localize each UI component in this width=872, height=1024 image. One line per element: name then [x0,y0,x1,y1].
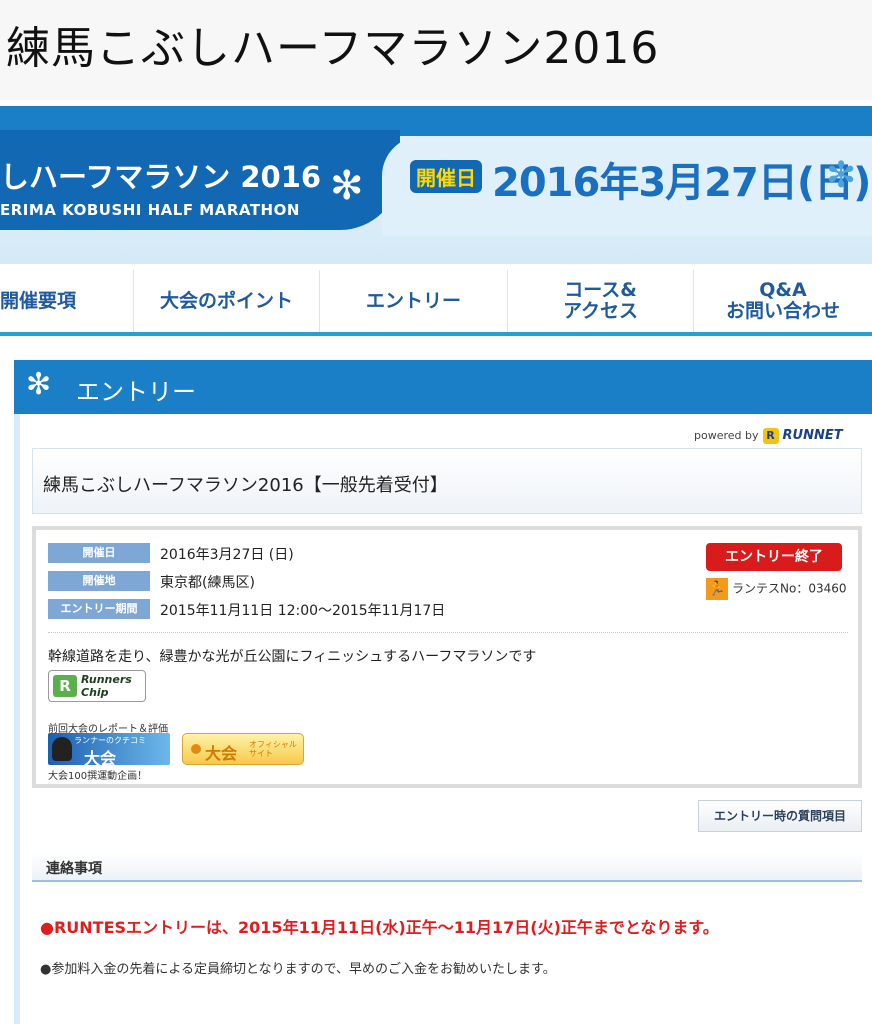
event-title-box: 練馬こぶしハーフマラソン2016【一般先着受付】 [32,448,862,514]
powered-by-label: powered by [694,429,759,442]
divider [48,632,848,633]
powered-by-runnet[interactable]: powered by R RUNNET [694,428,843,444]
notice-payment: ●参加料入金の先着による定員締切となりますので、早めのご入金をお勧めいたします。 [40,962,556,977]
content-left-border [14,360,20,1024]
event-title: 練馬こぶしハーフマラソン2016【一般先着受付】 [43,475,448,496]
nav-item-entry[interactable]: エントリー [320,270,508,332]
event-description: 幹線道路を走り、緑豊かな光が丘公園にフィニッシュするハーフマラソンです [48,649,537,665]
nav-item-qa-contact[interactable]: Q&A お問い合わせ [694,270,872,332]
page-title-bar: 練馬こぶしハーフマラソン2016 [0,0,872,100]
entry-period-value: 2015年11月11日 12:00〜2015年11月17日 [160,603,446,619]
nav-item-highlights[interactable]: 大会のポイント [134,270,320,332]
notice-entry-period: ●RUNTESエントリーは、2015年11月11日(水)正午〜11月17日(火)… [40,918,719,937]
official-button-small-text: オフィシャル サイト [249,740,297,758]
flower-icon: ✻ [26,367,52,402]
runner-mascot-icon [52,737,72,761]
nav-item-guidelines[interactable]: 開催要項 [0,270,134,332]
circle-icon [191,744,201,754]
event-info-box: 開催日 2016年3月27日 (日) 開催地 東京都(練馬区) エントリー期間 … [32,526,862,788]
contact-header-title: 連絡事項 [46,861,102,877]
section-title: エントリー [76,378,196,406]
official-site-button[interactable]: 大会 オフィシャル サイト [182,733,304,765]
nav-item-course-access[interactable]: コース& アクセス [508,270,694,332]
main-nav: 開催要項 大会のポイント エントリー コース& アクセス Q&A お問い合わせ [0,270,872,336]
entry-questions-button[interactable]: エントリー時の質問項目 [698,800,862,832]
entry-closed-button[interactable]: エントリー終了 [706,543,842,571]
runner-icon: 🏃 [706,578,728,600]
section-header: ✻ エントリー [14,360,872,414]
runners-chip-icon: R [53,675,77,697]
banner-subtitle: ERIMA KOBUSHI HALF MARATHON [0,201,300,219]
flower-icon: ✻ [826,155,857,196]
venue-label: 開催地 [48,571,150,591]
kobushi-flower-icon: ✻ [330,163,364,209]
runnet-logo-icon: R [762,428,779,444]
event-date: 2016年3月27日(日) [492,160,871,206]
runners-chip-logo: R Runners Chip [48,670,146,702]
campaign-label: 大会100撰運動企画！ [48,771,148,782]
venue-value: 東京都(練馬区) [160,575,255,591]
header-banner: しハーフマラソン 2016 ERIMA KOBUSHI HALF MARATHO… [0,106,872,264]
entry-period-label: エントリー期間 [48,599,150,619]
runnet-brand: RUNNET [782,428,843,443]
runtes-number: 🏃 ランテスNo：03460 [706,578,847,600]
runner-review-banner[interactable]: ランナーのクチコミ 大会 [48,733,170,765]
official-button-big-text: 大会 [205,744,238,763]
date-value: 2016年3月27日 (日) [160,547,294,563]
runners-chip-text: Runners Chip [81,673,132,699]
event-date-label: 開催日 [410,160,482,193]
date-label: 開催日 [48,543,150,563]
contact-header: 連絡事項 [32,852,862,882]
review-banner-big-text: 大会 [84,749,117,765]
banner-title: しハーフマラソン 2016 [0,160,322,194]
runtes-number-text: ランテスNo：03460 [732,581,847,596]
page-title: 練馬こぶしハーフマラソン2016 [6,23,660,74]
